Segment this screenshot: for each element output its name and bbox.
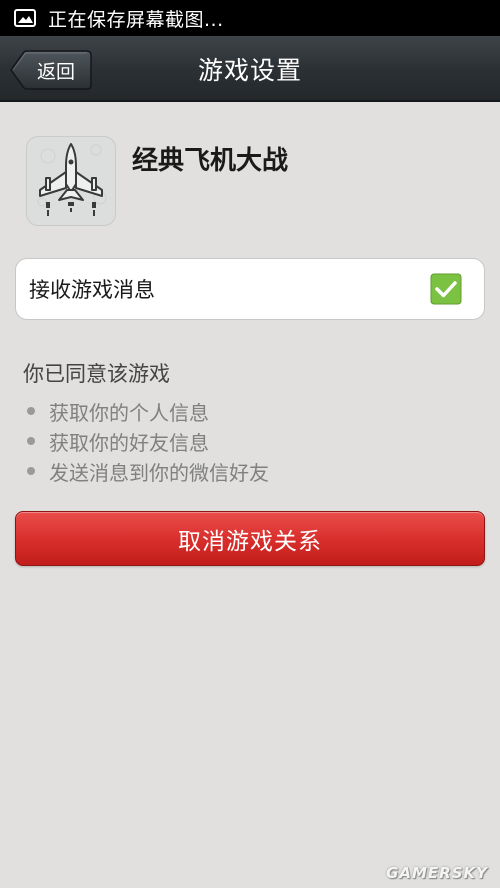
permission-item: 发送消息到你的微信好友 [23,456,269,486]
permissions-list: 获取你的个人信息 获取你的好友信息 发送消息到你的微信好友 [23,396,269,486]
bullet-icon [27,437,35,445]
nav-bar: 游戏设置 返回 [0,36,500,102]
bullet-icon [27,467,35,475]
receive-messages-label: 接收游戏消息 [29,278,155,302]
checkbox-checked-icon[interactable] [430,273,462,305]
status-bar: 正在保存屏幕截图... [0,0,500,36]
back-button-label: 返回 [36,60,75,83]
status-bar-text: 正在保存屏幕截图... [48,8,224,31]
permission-text: 获取你的好友信息 [49,430,209,455]
permission-item: 获取你的好友信息 [23,426,269,456]
back-button[interactable]: 返回 [10,50,92,90]
game-name: 经典飞机大战 [132,146,289,176]
permission-item: 获取你的个人信息 [23,396,269,426]
plane-game-icon [26,136,116,226]
receive-messages-setting[interactable]: 接收游戏消息 [15,258,485,320]
bullet-icon [27,407,35,415]
watermark: GAMERSKY [386,864,488,882]
permission-text: 获取你的个人信息 [49,400,209,425]
permissions-title: 你已同意该游戏 [23,362,170,386]
screenshot-icon [14,9,36,27]
permission-text: 发送消息到你的微信好友 [49,460,269,485]
cancel-game-relation-button[interactable]: 取消游戏关系 [15,511,485,566]
